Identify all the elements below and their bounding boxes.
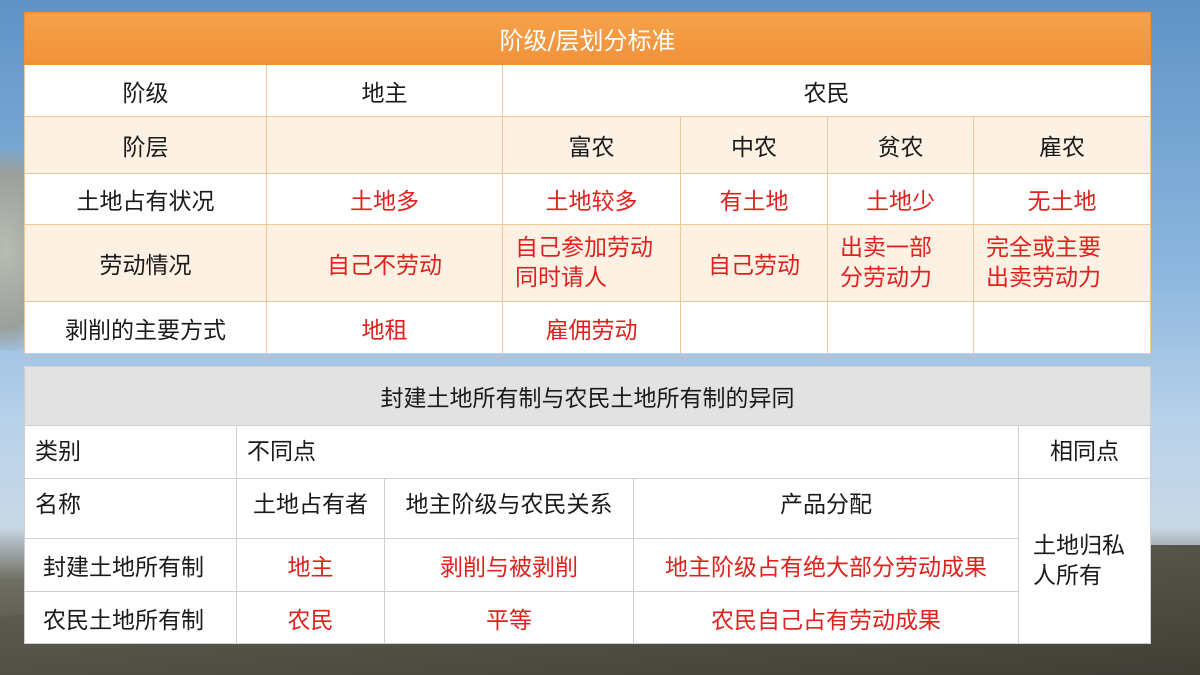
similarity-line1: 土地归私 bbox=[1033, 533, 1125, 559]
stratum-poor: 贫农 bbox=[827, 116, 974, 174]
row-label-stratum: 阶层 bbox=[24, 116, 267, 174]
similarity-cell: 土地归私 人所有 bbox=[1018, 478, 1151, 644]
labor-hired-line1: 完全或主要 bbox=[986, 235, 1101, 261]
exploit-middle bbox=[680, 301, 828, 354]
exploit-rich: 雇佣劳动 bbox=[502, 301, 681, 354]
stratum-landlord bbox=[266, 116, 503, 174]
class-landlord: 地主 bbox=[266, 64, 503, 117]
stratum-middle: 中农 bbox=[680, 116, 828, 174]
labor-rich-line1: 自己参加劳动 bbox=[515, 235, 653, 261]
subheader-relation: 地主阶级与农民关系 bbox=[384, 478, 634, 539]
header-similarity: 相同点 bbox=[1018, 425, 1151, 479]
feudal-relation: 剥削与被剥削 bbox=[384, 538, 634, 592]
header-differences: 不同点 bbox=[236, 425, 1019, 479]
land-landlord: 土地多 bbox=[266, 173, 503, 225]
row-name-peasant: 农民土地所有制 bbox=[24, 591, 237, 644]
feudal-owner: 地主 bbox=[236, 538, 385, 592]
similarity-line2: 人所有 bbox=[1033, 563, 1102, 589]
row-label-class: 阶级 bbox=[24, 64, 267, 117]
table-title: 阶级/层划分标准 bbox=[24, 12, 1151, 65]
stratum-hired: 雇农 bbox=[973, 116, 1151, 174]
subheader-name: 名称 bbox=[24, 478, 237, 539]
land-hired: 无土地 bbox=[973, 173, 1151, 225]
class-division-table: 阶级/层划分标准 阶级 地主 农民 阶层 富农 中农 贫农 雇农 土地占有状况 … bbox=[24, 12, 1151, 354]
header-category: 类别 bbox=[24, 425, 237, 479]
land-rich: 土地较多 bbox=[502, 173, 681, 225]
labor-middle: 自己劳动 bbox=[680, 224, 828, 302]
exploit-landlord: 地租 bbox=[266, 301, 503, 354]
labor-hired: 完全或主要 出卖劳动力 bbox=[973, 224, 1151, 302]
peasant-relation: 平等 bbox=[384, 591, 634, 644]
labor-landlord: 自己不劳动 bbox=[266, 224, 503, 302]
exploit-hired bbox=[973, 301, 1151, 354]
labor-poor-line1: 出卖一部 bbox=[840, 235, 932, 261]
row-label-labor: 劳动情况 bbox=[24, 224, 267, 302]
labor-hired-line2: 出卖劳动力 bbox=[986, 265, 1101, 291]
feudal-distribution: 地主阶级占有绝大部分劳动成果 bbox=[633, 538, 1019, 592]
land-ownership-comparison-table: 封建土地所有制与农民土地所有制的异同 类别 不同点 相同点 名称 土地占有者 地… bbox=[24, 366, 1151, 644]
subheader-owner: 土地占有者 bbox=[236, 478, 385, 539]
labor-rich: 自己参加劳动 同时请人 bbox=[502, 224, 681, 302]
subheader-distribution: 产品分配 bbox=[633, 478, 1019, 539]
row-name-feudal: 封建土地所有制 bbox=[24, 538, 237, 592]
peasant-owner: 农民 bbox=[236, 591, 385, 644]
land-middle: 有土地 bbox=[680, 173, 828, 225]
land-poor: 土地少 bbox=[827, 173, 974, 225]
labor-poor: 出卖一部 分劳动力 bbox=[827, 224, 974, 302]
labor-poor-line2: 分劳动力 bbox=[840, 265, 932, 291]
stratum-rich: 富农 bbox=[502, 116, 681, 174]
peasant-distribution: 农民自己占有劳动成果 bbox=[633, 591, 1019, 644]
row-label-exploit: 剥削的主要方式 bbox=[24, 301, 267, 354]
comparison-title: 封建土地所有制与农民土地所有制的异同 bbox=[24, 366, 1151, 426]
row-label-land: 土地占有状况 bbox=[24, 173, 267, 225]
class-peasant: 农民 bbox=[502, 64, 1151, 117]
labor-rich-line2: 同时请人 bbox=[515, 265, 607, 291]
exploit-poor bbox=[827, 301, 974, 354]
